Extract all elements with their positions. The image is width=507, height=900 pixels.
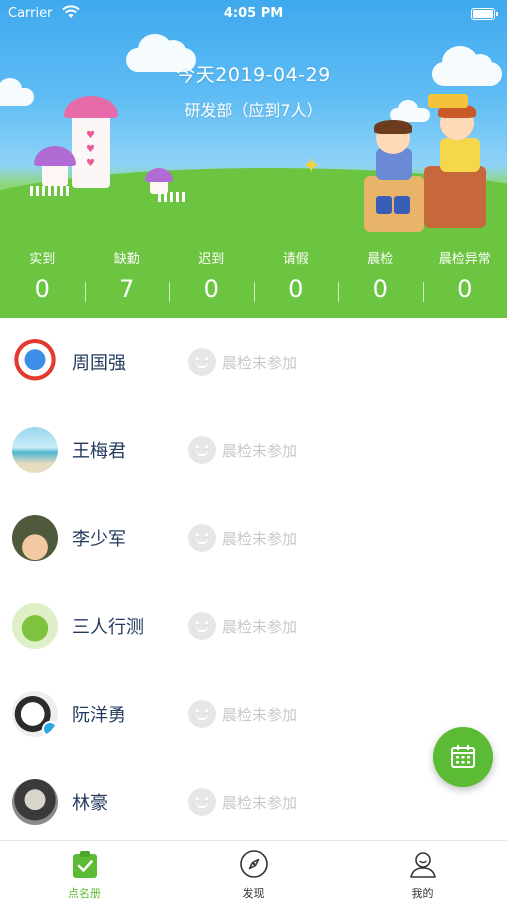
- status-badge: 晨检未参加: [188, 524, 297, 552]
- stat-value: 7: [119, 275, 135, 303]
- stat-present[interactable]: 实到 0: [0, 246, 85, 310]
- avatar: [12, 603, 58, 649]
- clipboard-check-icon: [72, 851, 97, 878]
- compass-icon: [239, 850, 268, 878]
- smiley-icon: [188, 348, 216, 376]
- stat-label: 晨检: [367, 252, 394, 267]
- smiley-icon: [188, 700, 216, 728]
- tab-roll-call[interactable]: 点名册: [0, 841, 169, 900]
- page-title: 今天2019-04-29: [176, 64, 331, 86]
- member-name: 阮洋勇: [72, 705, 126, 726]
- avatar: [12, 515, 58, 561]
- avatar: [12, 779, 58, 825]
- smiley-icon: [188, 612, 216, 640]
- stat-morning-check[interactable]: 晨检 0: [338, 246, 423, 310]
- list-item[interactable]: 阮洋勇 晨检未参加: [0, 670, 507, 758]
- attendance-stats: 实到 0 缺勤 7 迟到 0 请假 0 晨检 0 晨检异常 0: [0, 246, 507, 310]
- list-item[interactable]: 周国强 晨检未参加: [0, 318, 507, 406]
- fence-decoration: [30, 186, 70, 196]
- list-item[interactable]: 三人行测 晨检未参加: [0, 582, 507, 670]
- smiley-icon: [188, 524, 216, 552]
- status-badge: 晨检未参加: [188, 436, 297, 464]
- status-badge: 晨检未参加: [188, 612, 297, 640]
- stat-value: 0: [34, 275, 50, 303]
- status-text: 晨检未参加: [222, 441, 298, 460]
- stat-value: 0: [203, 275, 219, 303]
- status-badge: 晨检未参加: [188, 348, 297, 376]
- stat-label: 晨检异常: [438, 252, 491, 267]
- status-text: 晨检未参加: [222, 705, 298, 724]
- header-banner: ♥ ♥ ♥ ✦ 今天2019-04-29 研发部（应到7人） Carrier 4…: [0, 0, 507, 318]
- stat-leave[interactable]: 请假 0: [253, 246, 339, 310]
- member-name: 三人行测: [72, 617, 144, 638]
- stat-label: 迟到: [198, 252, 225, 267]
- list-item[interactable]: 李少军 晨检未参加: [0, 494, 507, 582]
- member-name: 林豪: [72, 793, 108, 814]
- tab-discover[interactable]: 发现: [169, 841, 338, 900]
- list-item[interactable]: 林豪 晨检未参加: [0, 758, 507, 846]
- status-text: 晨检未参加: [222, 353, 298, 372]
- smiley-icon: [188, 788, 216, 816]
- list-item[interactable]: 王梅君 晨检未参加: [0, 406, 507, 494]
- tab-bar: 点名册 发现 我的: [0, 840, 507, 900]
- tab-label: 发现: [242, 887, 265, 900]
- tab-label: 点名册: [68, 887, 101, 900]
- tab-label: 我的: [411, 887, 434, 900]
- avatar: [12, 691, 58, 737]
- member-name: 李少军: [72, 529, 126, 550]
- department-label: 研发部（应到7人）: [184, 101, 323, 120]
- status-text: 晨检未参加: [222, 529, 298, 548]
- status-bar: Carrier 4:05 PM: [0, 0, 507, 28]
- stat-value: 0: [457, 275, 473, 303]
- avatar: [12, 427, 58, 473]
- stat-label: 缺勤: [113, 252, 140, 267]
- stat-label: 实到: [29, 252, 56, 267]
- stat-label: 请假: [282, 252, 309, 267]
- tab-mine[interactable]: 我的: [338, 841, 507, 900]
- status-text: 晨检未参加: [222, 617, 298, 636]
- person-icon: [409, 852, 436, 878]
- stat-late[interactable]: 迟到 0: [169, 246, 254, 310]
- member-list: 周国强 晨检未参加 王梅君 晨检未参加 李少军 晨检未参加 三人行测 晨检未参加: [0, 318, 507, 846]
- battery-icon: [471, 8, 498, 20]
- stat-value: 0: [372, 275, 388, 303]
- calendar-icon: [451, 745, 475, 768]
- member-name: 周国强: [72, 353, 126, 374]
- status-badge: 晨检未参加: [188, 788, 297, 816]
- smiley-icon: [188, 436, 216, 464]
- avatar: [12, 339, 58, 385]
- member-name: 王梅君: [72, 441, 126, 462]
- bird-decoration: ✦: [302, 154, 321, 179]
- stat-absent[interactable]: 缺勤 7: [84, 246, 170, 310]
- calendar-button[interactable]: [433, 727, 493, 787]
- status-badge: 晨检未参加: [188, 700, 297, 728]
- clock: 4:05 PM: [223, 6, 284, 21]
- fence-decoration: [158, 192, 188, 202]
- status-text: 晨检未参加: [222, 793, 298, 812]
- stat-value: 0: [288, 275, 304, 303]
- stat-morning-check-abnormal[interactable]: 晨检异常 0: [422, 246, 507, 310]
- tower-illustration: ♥ ♥ ♥: [72, 112, 110, 188]
